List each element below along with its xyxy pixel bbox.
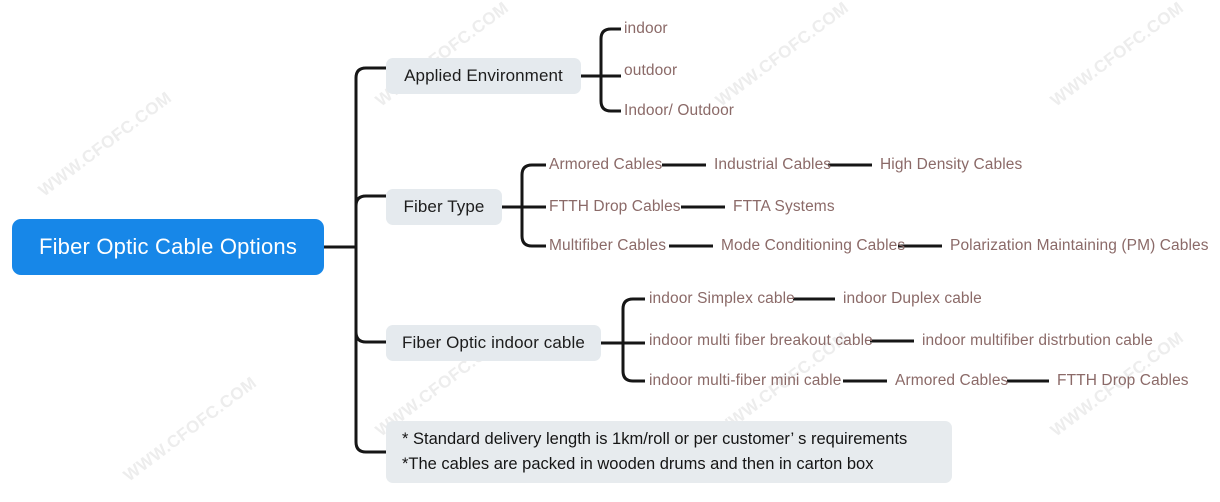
leaf-node[interactable]: outdoor [624,62,677,80]
leaf-node[interactable]: Multifiber Cables [549,237,666,255]
leaf-node[interactable]: FTTH Drop Cables [1057,372,1189,390]
leaf-node[interactable]: FTTH Drop Cables [549,198,681,216]
leaf-node[interactable]: High Density Cables [880,156,1022,174]
leaf-node[interactable]: Indoor/ Outdoor [624,102,734,120]
root-node-label: Fiber Optic Cable Options [38,234,298,259]
leaf-node[interactable]: indoor multi-fiber mini cable [649,372,841,390]
leaf-node[interactable]: Mode Conditioning Cables [721,237,905,255]
note-line-1: * Standard delivery length is 1km/roll o… [402,430,908,448]
leaf-node[interactable]: Polarization Maintaining (PM) Cables [950,237,1209,255]
note-node[interactable]: * Standard delivery length is 1km/roll o… [386,421,952,483]
leaf-node[interactable]: indoor Simplex cable [649,290,795,308]
leaf-node[interactable]: indoor multifiber distrbution cable [922,332,1153,350]
leaf-node[interactable]: indoor [624,20,668,38]
branch-label: Fiber Optic indoor cable [402,333,585,352]
leaf-node[interactable]: Armored Cables [549,156,662,174]
leaf-node[interactable]: FTTA Systems [733,198,835,216]
leaf-node[interactable]: Industrial Cables [714,156,831,174]
leaf-node[interactable]: indoor Duplex cable [843,290,982,308]
branch-label: Applied Environment [404,66,563,85]
leaf-node[interactable]: Armored Cables [895,372,1008,390]
root-node[interactable]: Fiber Optic Cable Options [12,219,324,275]
branch-node-applied-environment[interactable]: Applied Environment [386,58,581,94]
branch-label: Fiber Type [403,197,485,216]
leaf-node[interactable]: indoor multi fiber breakout cable [649,332,873,350]
branch-node-fiber-optic-indoor-cable[interactable]: Fiber Optic indoor cable [386,325,601,361]
mindmap-canvas: WWW.CFOFC.COM WWW.CFOFC.COM WWW.CFOFC.CO… [0,0,1220,502]
branch-node-fiber-type[interactable]: Fiber Type [386,189,502,225]
note-line-2: *The cables are packed in wooden drums a… [402,455,874,473]
